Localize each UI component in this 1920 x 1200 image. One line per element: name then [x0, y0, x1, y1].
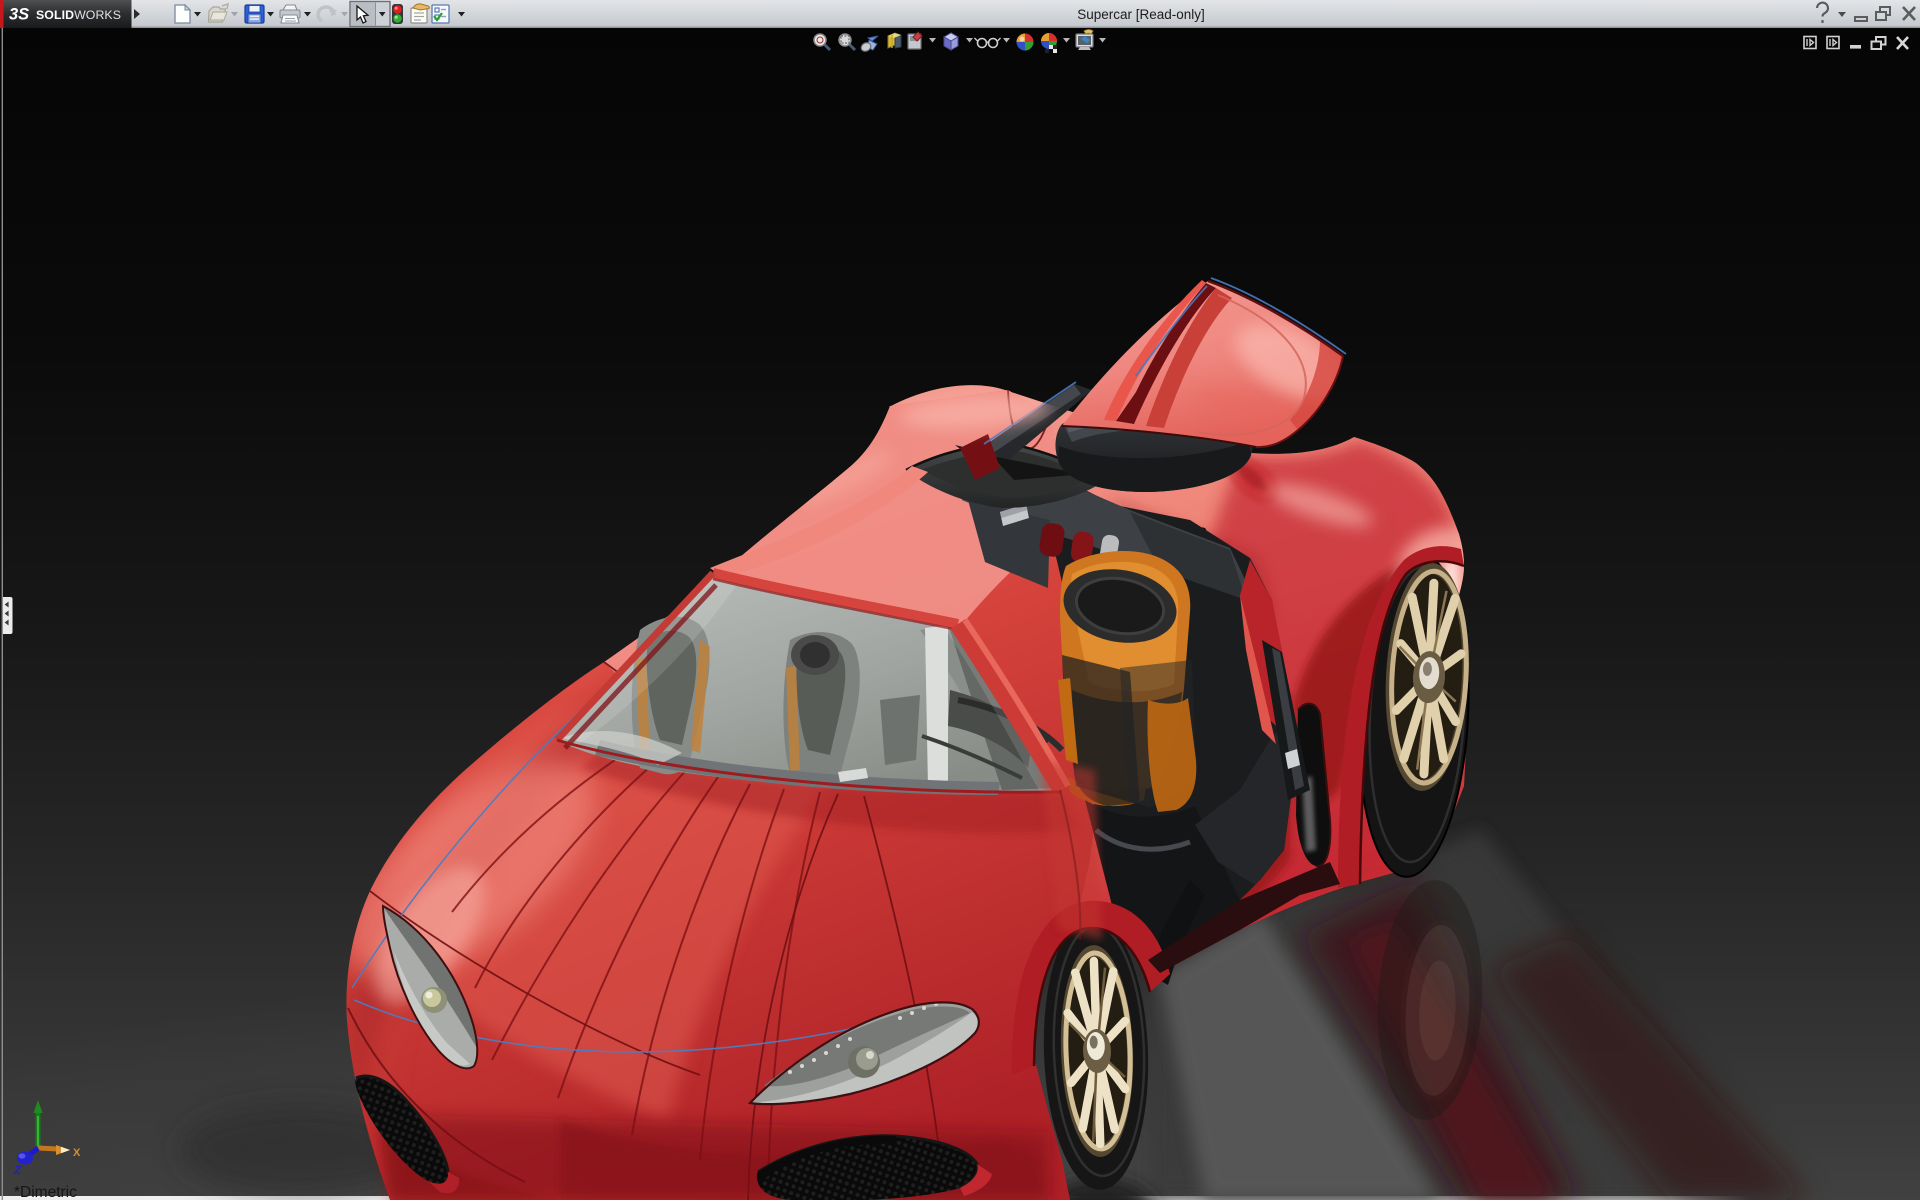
svg-text:3S: 3S — [9, 6, 29, 24]
svg-text:Z: Z — [13, 1163, 22, 1177]
svg-text:SOLIDWORKS: SOLIDWORKS — [36, 8, 121, 22]
svg-text:Supercar [Read-only]: Supercar [Read-only] — [1077, 7, 1205, 22]
svg-text:X: X — [73, 1147, 81, 1159]
svg-text:*Dimetric: *Dimetric — [14, 1184, 77, 1200]
